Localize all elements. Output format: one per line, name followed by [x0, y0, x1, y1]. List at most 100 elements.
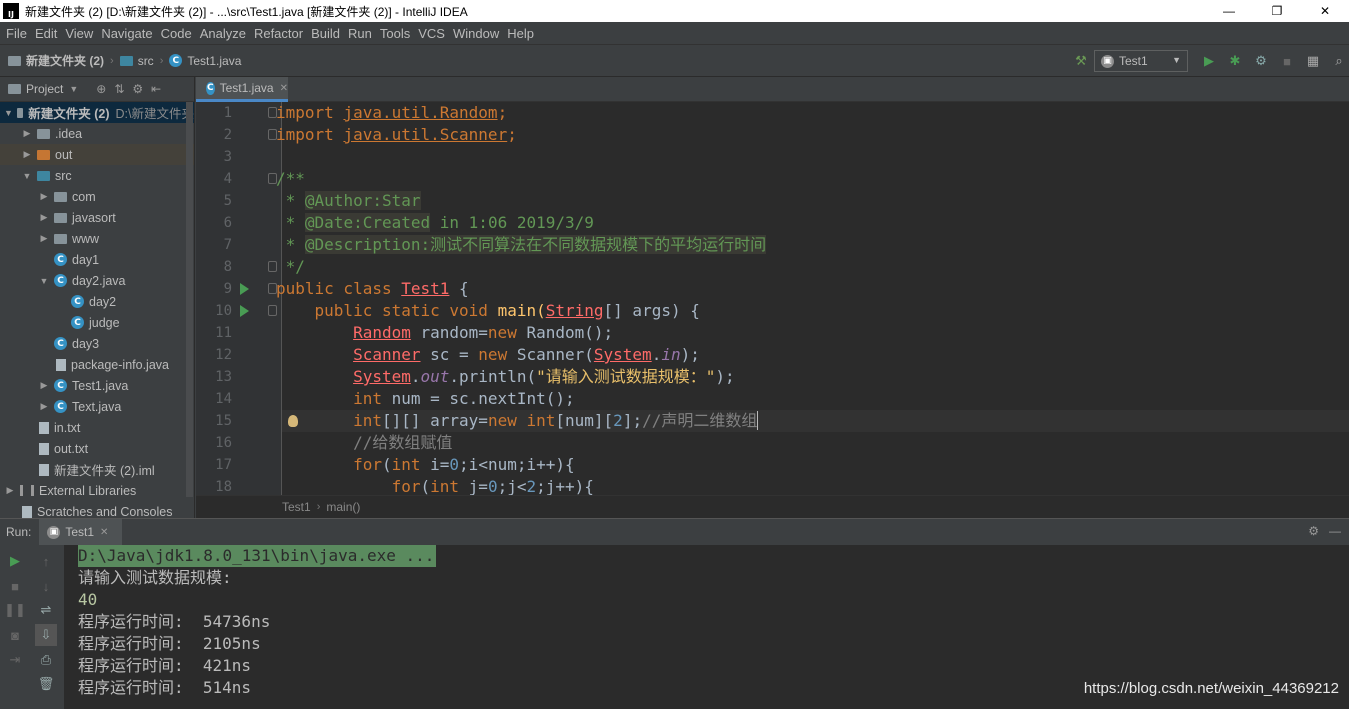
rerun-icon[interactable]: ▶: [7, 553, 23, 569]
menu-help[interactable]: Help: [503, 26, 538, 41]
arrow-down-icon[interactable]: ↓: [38, 578, 54, 594]
nav-crumb-file[interactable]: C Test1.java: [169, 54, 241, 68]
chevron-right-icon[interactable]: ▶: [38, 233, 50, 244]
stop-icon[interactable]: ■: [7, 578, 23, 594]
nav-crumb-project[interactable]: 新建文件夹 (2): [8, 52, 104, 69]
menu-tools[interactable]: Tools: [376, 26, 414, 41]
run-tab-test1[interactable]: ▣ Test1 ✕: [39, 519, 123, 545]
tree-item[interactable]: ▼ 新建文件夹 (2) D:\新建文件夹: [0, 102, 194, 123]
close-tab-icon[interactable]: ✕: [280, 83, 288, 94]
gear-icon[interactable]: ⚙: [1308, 524, 1319, 538]
menu-window[interactable]: Window: [449, 26, 503, 41]
tree-item[interactable]: ▶ External Libraries: [0, 480, 194, 501]
chevron-right-icon[interactable]: ▶: [21, 149, 33, 160]
print-icon[interactable]: ⎙: [38, 652, 54, 668]
console-output-line: 程序运行时间: 2105ns: [78, 634, 261, 653]
chevron-down-icon[interactable]: ▼: [69, 84, 78, 94]
tree-item[interactable]: ▶ com: [0, 186, 194, 207]
hide-icon[interactable]: ⇤: [151, 82, 161, 96]
breadcrumb-class[interactable]: Test1: [282, 500, 311, 514]
chevron-right-icon[interactable]: ▶: [38, 380, 50, 391]
soft-wrap-icon[interactable]: ⇌: [38, 602, 54, 618]
tree-item[interactable]: ▼ Cday2.java: [0, 270, 194, 291]
locate-icon[interactable]: ⊕: [96, 82, 106, 96]
tree-item[interactable]: Cjudge: [0, 312, 194, 333]
menu-refactor[interactable]: Refactor: [250, 26, 307, 41]
menu-view[interactable]: View: [61, 26, 97, 41]
tree-item[interactable]: 新建文件夹 (2).iml: [0, 459, 194, 480]
chevron-down-icon[interactable]: ▼: [21, 171, 33, 181]
chevron-right-icon[interactable]: ▶: [38, 212, 50, 223]
project-scrollbar[interactable]: [186, 102, 193, 497]
coverage-icon[interactable]: ⚙: [1253, 53, 1269, 69]
tree-item[interactable]: Cday1: [0, 249, 194, 270]
run-gutter-icon[interactable]: [240, 283, 249, 295]
file-icon: [56, 358, 66, 371]
close-tab-icon[interactable]: ✕: [100, 527, 108, 538]
gear-icon[interactable]: ⚙: [132, 82, 143, 96]
tree-item[interactable]: ▶ .idea: [0, 123, 194, 144]
run-configuration-select[interactable]: ▣ Test1 ▼: [1094, 50, 1188, 72]
code-token: *: [276, 213, 305, 232]
tab-test1-java[interactable]: C Test1.java ✕: [196, 77, 288, 102]
tree-item[interactable]: in.txt: [0, 417, 194, 438]
tree-item[interactable]: package-info.java: [0, 354, 194, 375]
tree-item[interactable]: ▶ javasort: [0, 207, 194, 228]
breadcrumb-separator: ›: [159, 54, 164, 67]
tree-item[interactable]: Cday3: [0, 333, 194, 354]
collapse-all-icon[interactable]: ⇅: [114, 82, 124, 96]
tree-item[interactable]: ▶ C Test1.java: [0, 375, 194, 396]
chevron-down-icon: ▼: [1172, 55, 1181, 65]
code-area[interactable]: import java.util.Random; import java.uti…: [276, 102, 1349, 495]
chevron-right-icon[interactable]: ▶: [38, 401, 50, 412]
tree-item[interactable]: ▶ out: [0, 144, 194, 165]
menu-vcs[interactable]: VCS: [414, 26, 449, 41]
close-button[interactable]: ✕: [1301, 0, 1349, 22]
tree-item[interactable]: ▶ www: [0, 228, 194, 249]
menu-file[interactable]: File: [2, 26, 31, 41]
minimize-button[interactable]: —: [1205, 0, 1253, 22]
tree-item[interactable]: ▶ C Text.java: [0, 396, 194, 417]
search-icon[interactable]: ⌕: [1331, 53, 1347, 69]
lightbulb-icon[interactable]: [288, 415, 298, 427]
trash-icon[interactable]: 🗑: [38, 676, 55, 692]
tree-item[interactable]: out.txt: [0, 438, 194, 459]
run-icon[interactable]: ▶: [1201, 53, 1217, 69]
hide-panel-icon[interactable]: —: [1329, 524, 1341, 538]
chevron-down-icon[interactable]: ▼: [4, 108, 13, 118]
arrow-up-icon[interactable]: ↑: [38, 553, 54, 569]
chevron-right-icon[interactable]: ▶: [21, 128, 33, 139]
chevron-right-icon[interactable]: ▶: [4, 485, 16, 496]
run-gutter-icon[interactable]: [240, 305, 249, 317]
nav-crumb-src[interactable]: src: [119, 54, 154, 68]
chevron-down-icon[interactable]: ▼: [38, 276, 50, 286]
stop-icon[interactable]: ■: [1279, 53, 1295, 69]
menu-code[interactable]: Code: [157, 26, 196, 41]
scroll-to-end-icon[interactable]: ⇩: [35, 624, 57, 646]
file-icon: [22, 505, 32, 518]
debug-icon[interactable]: ✱: [1227, 53, 1243, 69]
exit-icon[interactable]: ⇥: [7, 652, 23, 668]
tree-item[interactable]: Cday2: [0, 291, 194, 312]
chevron-right-icon[interactable]: ▶: [38, 191, 50, 202]
editor-gutter: 1 2 3 4 5 6 7 8 9 10 11 12 13 14 15 16 17 18: [196, 102, 282, 495]
project-view-select[interactable]: Project: [26, 82, 63, 96]
breadcrumb-method[interactable]: main(): [326, 500, 360, 514]
menu-run[interactable]: Run: [344, 26, 376, 41]
code-token: 2: [526, 477, 537, 495]
project-structure-icon[interactable]: ▦: [1305, 53, 1321, 69]
camera-icon[interactable]: ◙: [7, 627, 23, 643]
menu-analyze[interactable]: Analyze: [196, 26, 250, 41]
tree-item[interactable]: Scratches and Consoles: [0, 501, 194, 518]
code-editor[interactable]: 1 2 3 4 5 6 7 8 9 10 11 12 13 14 15 16 17 18 import java.…: [196, 102, 1349, 495]
maximize-button[interactable]: ❐: [1253, 0, 1301, 22]
package-icon: [54, 212, 67, 223]
build-hammer-icon[interactable]: ⚒: [1073, 53, 1089, 69]
menu-navigate[interactable]: Navigate: [97, 26, 156, 41]
menu-build[interactable]: Build: [307, 26, 344, 41]
menu-edit[interactable]: Edit: [31, 26, 61, 41]
code-token: int: [430, 477, 469, 495]
library-icon: [20, 485, 34, 496]
pause-icon[interactable]: ❚❚: [4, 602, 26, 618]
tree-item[interactable]: ▼ src: [0, 165, 194, 186]
